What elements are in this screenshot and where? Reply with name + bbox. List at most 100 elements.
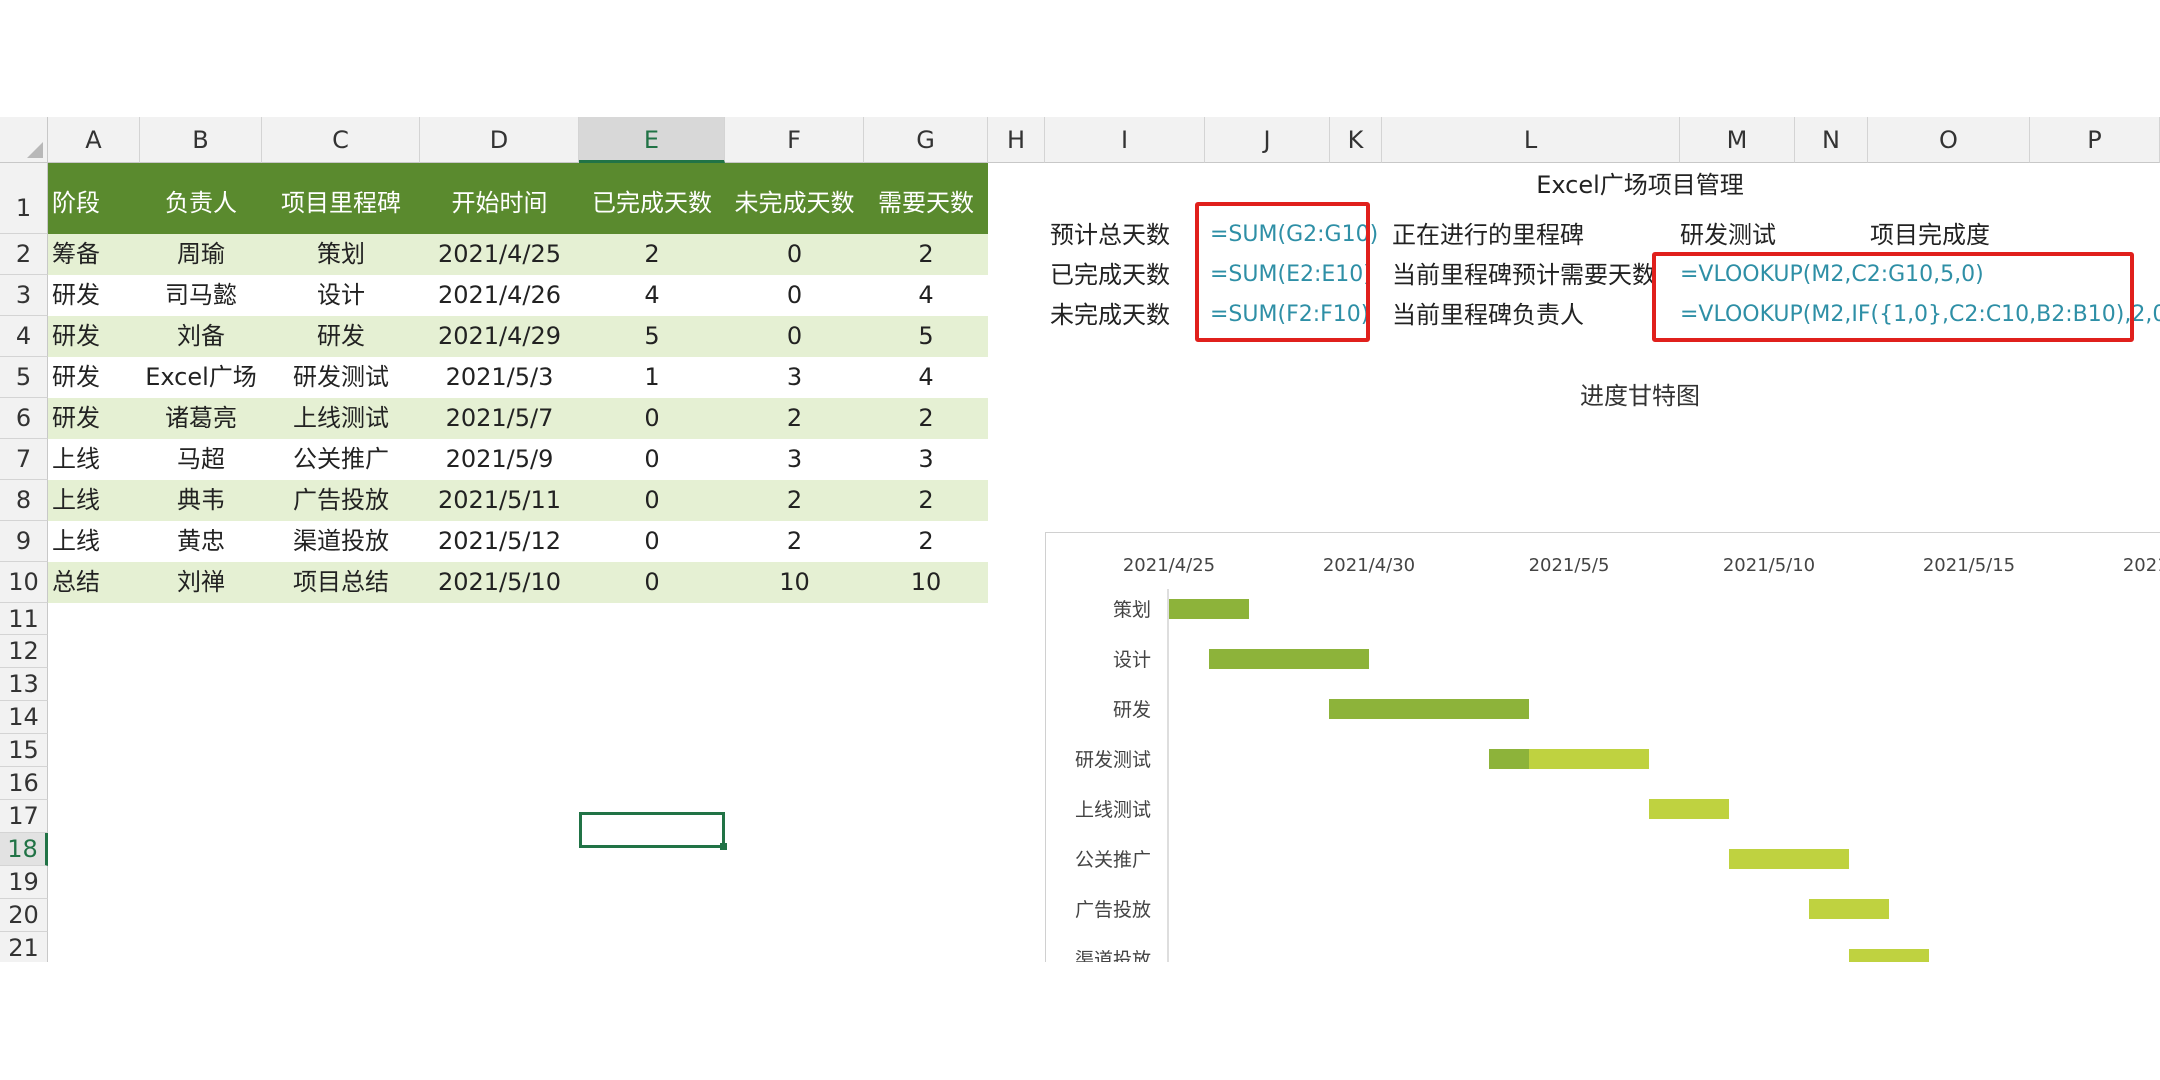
table-cell[interactable]: 研发	[48, 316, 140, 357]
gantt-bar-remaining[interactable]	[1649, 799, 1729, 819]
table-cell[interactable]: 3	[864, 439, 988, 480]
table-cell[interactable]: 3	[725, 439, 864, 480]
table-cell[interactable]: 公关推广	[262, 439, 420, 480]
table-cell[interactable]: 4	[864, 357, 988, 398]
column-header-I[interactable]: I	[1045, 117, 1205, 163]
row-header-4[interactable]: 4	[0, 316, 48, 357]
table-cell[interactable]: 典韦	[140, 480, 262, 521]
table-cell[interactable]: 司马懿	[140, 275, 262, 316]
table-cell[interactable]: 2021/5/3	[420, 357, 579, 398]
row-header-1[interactable]: 1	[0, 163, 48, 234]
column-header-J[interactable]: J	[1205, 117, 1330, 163]
row-header-14[interactable]: 14	[0, 701, 48, 734]
table-cell[interactable]: 诸葛亮	[140, 398, 262, 439]
table-cell[interactable]: 2021/5/9	[420, 439, 579, 480]
table-cell[interactable]: 5	[579, 316, 725, 357]
row-header-17[interactable]: 17	[0, 800, 48, 833]
table-cell[interactable]: 研发	[48, 275, 140, 316]
gantt-bar-remaining[interactable]	[1529, 749, 1649, 769]
gantt-bar-completed[interactable]	[1329, 699, 1529, 719]
table-header-cell[interactable]: 阶段	[48, 163, 140, 234]
table-cell[interactable]: 2	[579, 234, 725, 275]
table-cell[interactable]: 0	[725, 316, 864, 357]
column-header-F[interactable]: F	[725, 117, 864, 163]
table-cell[interactable]: 研发	[262, 316, 420, 357]
row-header-8[interactable]: 8	[0, 480, 48, 521]
table-cell[interactable]: 2	[725, 398, 864, 439]
table-cell[interactable]: 广告投放	[262, 480, 420, 521]
table-cell[interactable]: 5	[864, 316, 988, 357]
table-header-cell[interactable]: 项目里程碑	[262, 163, 420, 234]
column-header-D[interactable]: D	[420, 117, 579, 163]
table-cell[interactable]: 马超	[140, 439, 262, 480]
table-cell[interactable]: 2021/5/10	[420, 562, 579, 603]
table-cell[interactable]: 研发测试	[262, 357, 420, 398]
table-cell[interactable]: 研发	[48, 398, 140, 439]
gantt-bar-completed[interactable]	[1169, 599, 1249, 619]
row-header-2[interactable]: 2	[0, 234, 48, 275]
table-cell[interactable]: 2021/5/11	[420, 480, 579, 521]
row-header-6[interactable]: 6	[0, 398, 48, 439]
value-current-milestone[interactable]: 研发测试	[1680, 215, 1776, 255]
table-cell[interactable]: 2021/4/25	[420, 234, 579, 275]
row-header-15[interactable]: 15	[0, 734, 48, 767]
table-cell[interactable]: 3	[725, 357, 864, 398]
table-cell[interactable]: 0	[579, 480, 725, 521]
column-header-L[interactable]: L	[1382, 117, 1680, 163]
table-cell[interactable]: 0	[579, 562, 725, 603]
row-header-21[interactable]: 21	[0, 932, 48, 962]
table-cell[interactable]: 上线	[48, 480, 140, 521]
table-header-cell[interactable]: 开始时间	[420, 163, 579, 234]
gantt-bar-remaining[interactable]	[1729, 849, 1849, 869]
table-cell[interactable]: 2021/4/29	[420, 316, 579, 357]
table-cell[interactable]: 4	[864, 275, 988, 316]
table-header-cell[interactable]: 负责人	[140, 163, 262, 234]
table-cell[interactable]: 周瑜	[140, 234, 262, 275]
table-cell[interactable]: Excel广场	[140, 357, 262, 398]
column-header-H[interactable]: H	[988, 117, 1045, 163]
table-cell[interactable]: 0	[725, 234, 864, 275]
table-cell[interactable]: 上线	[48, 521, 140, 562]
table-cell[interactable]: 2021/5/12	[420, 521, 579, 562]
column-header-O[interactable]: O	[1868, 117, 2030, 163]
table-cell[interactable]: 10	[864, 562, 988, 603]
table-cell[interactable]: 研发	[48, 357, 140, 398]
table-cell[interactable]: 策划	[262, 234, 420, 275]
table-header-cell[interactable]: 未完成天数	[725, 163, 864, 234]
row-header-12[interactable]: 12	[0, 635, 48, 668]
table-cell[interactable]: 2	[864, 521, 988, 562]
column-header-K[interactable]: K	[1330, 117, 1382, 163]
table-cell[interactable]: 2	[864, 234, 988, 275]
row-header-18[interactable]: 18	[0, 833, 48, 866]
column-header-G[interactable]: G	[864, 117, 988, 163]
table-cell[interactable]: 2	[864, 480, 988, 521]
table-cell[interactable]: 0	[579, 521, 725, 562]
row-header-20[interactable]: 20	[0, 899, 48, 932]
table-cell[interactable]: 上线测试	[262, 398, 420, 439]
row-header-11[interactable]: 11	[0, 603, 48, 635]
table-cell[interactable]: 设计	[262, 275, 420, 316]
table-header-cell[interactable]: 需要天数	[864, 163, 988, 234]
column-header-M[interactable]: M	[1680, 117, 1795, 163]
gantt-bar-completed[interactable]	[1489, 749, 1529, 769]
column-header-N[interactable]: N	[1795, 117, 1868, 163]
active-cell-E18[interactable]	[579, 812, 727, 850]
table-cell[interactable]: 2	[725, 521, 864, 562]
row-header-19[interactable]: 19	[0, 866, 48, 899]
select-all-corner[interactable]	[0, 117, 48, 163]
row-header-5[interactable]: 5	[0, 357, 48, 398]
table-cell[interactable]: 10	[725, 562, 864, 603]
table-cell[interactable]: 上线	[48, 439, 140, 480]
table-cell[interactable]: 4	[579, 275, 725, 316]
table-cell[interactable]: 1	[579, 357, 725, 398]
row-header-7[interactable]: 7	[0, 439, 48, 480]
gantt-bar-remaining[interactable]	[1809, 899, 1889, 919]
gantt-chart[interactable]: 2021/4/25 2021/4/30 2021/5/5 2021/5/10 2021/…	[1045, 532, 2160, 962]
table-cell[interactable]: 总结	[48, 562, 140, 603]
table-cell[interactable]: 刘备	[140, 316, 262, 357]
table-cell[interactable]: 刘禅	[140, 562, 262, 603]
table-cell[interactable]: 0	[579, 398, 725, 439]
table-cell[interactable]: 2021/4/26	[420, 275, 579, 316]
gantt-bar-remaining[interactable]	[1849, 949, 1929, 962]
gantt-bar-completed[interactable]	[1209, 649, 1369, 669]
